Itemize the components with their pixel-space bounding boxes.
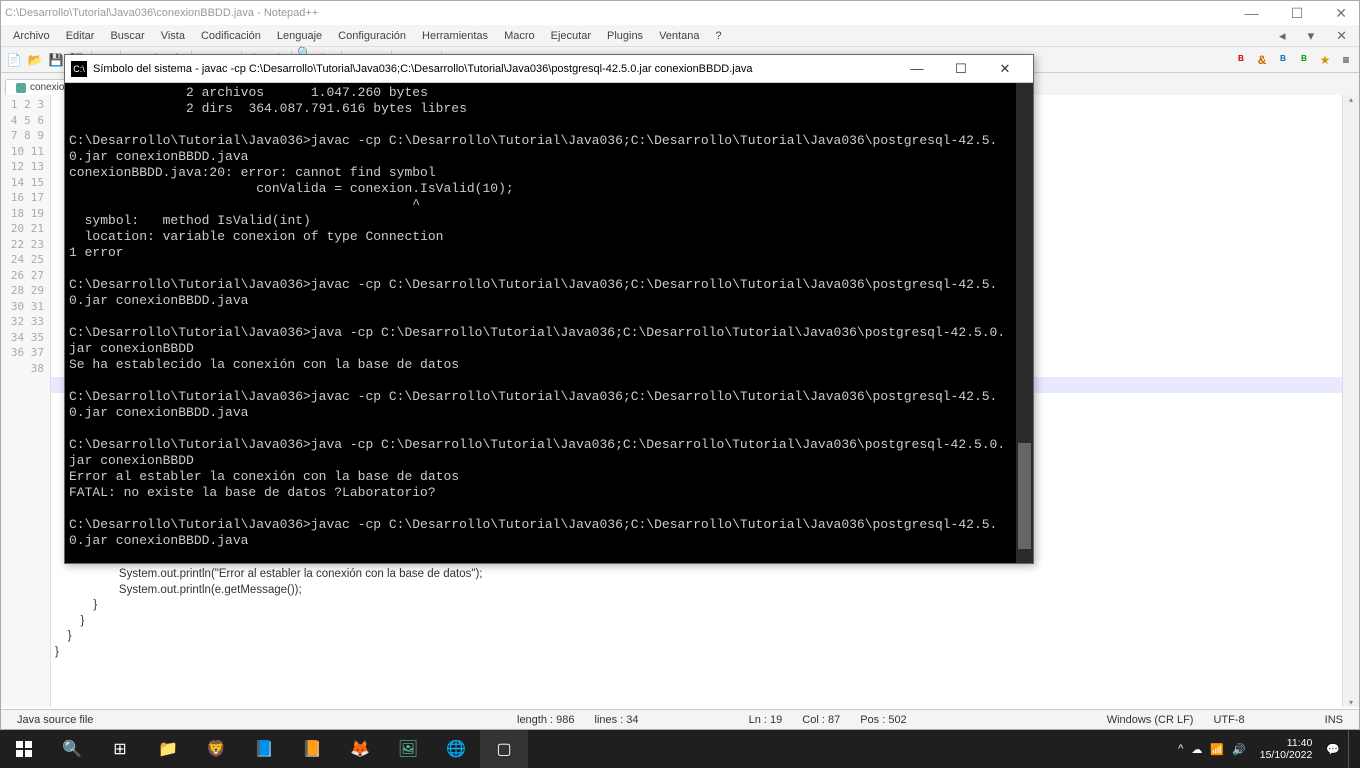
cmd-minimize-button[interactable]: — [895, 55, 939, 83]
menu-help[interactable]: ? [707, 28, 729, 44]
menu-buscar[interactable]: Buscar [102, 28, 152, 44]
status-encoding: UTF-8 [1203, 714, 1254, 726]
npp-statusbar: Java source file length : 986 lines : 34… [1, 709, 1359, 729]
b2-glyph-icon[interactable]: ᴮ [1274, 51, 1292, 69]
tray-notifications-icon[interactable]: 💬 [1326, 743, 1340, 756]
npp-menubar: Archivo Editar Buscar Vista Codificación… [1, 25, 1359, 47]
npp-title: C:\Desarrollo\Tutorial\Java036\conexionB… [5, 7, 1237, 19]
firefox-icon: 🦊 [350, 739, 370, 759]
menu-macro[interactable]: Macro [496, 28, 543, 44]
powerpoint-icon: 📙 [302, 739, 322, 759]
menu-codificacion[interactable]: Codificación [193, 28, 269, 44]
visible-code-bottom: System.out.println("Error al establer la… [55, 567, 482, 660]
menu-lenguaje[interactable]: Lenguaje [269, 28, 330, 44]
menu-herramientas[interactable]: Herramientas [414, 28, 496, 44]
windows-logo-icon [16, 741, 32, 757]
status-pos: Pos : 502 [850, 714, 916, 726]
menu-scroll-down-icon[interactable]: ▾ [1300, 26, 1323, 46]
minimize-button[interactable]: — [1237, 5, 1267, 22]
windows-taskbar: 🔍 ⊞ 📁 🦁 📘 📙 🦊 🖼 🌐 ▢ ^ ☁ 📶 🔊 11:40 15/10/… [0, 730, 1360, 768]
globe-icon: 🌐 [446, 739, 466, 759]
status-length: length : 986 [507, 714, 585, 726]
system-tray: ^ ☁ 📶 🔊 11:40 15/10/2022 💬 [1178, 730, 1360, 768]
show-desktop-button[interactable] [1348, 730, 1354, 768]
menu-ejecutar[interactable]: Ejecutar [543, 28, 599, 44]
tray-chevron-up-icon[interactable]: ^ [1178, 743, 1183, 755]
taskbar-terminal[interactable]: ▢ [480, 730, 528, 768]
menu-vista[interactable]: Vista [153, 28, 193, 44]
menu-editar[interactable]: Editar [58, 28, 103, 44]
word-icon: 📘 [254, 739, 274, 759]
cmd-window[interactable]: C:\ Símbolo del sistema - javac -cp C:\D… [64, 54, 1034, 564]
cmd-scrollbar-thumb[interactable] [1018, 443, 1031, 549]
status-lines: lines : 34 [585, 714, 649, 726]
status-ln: Ln : 19 [739, 714, 793, 726]
maximize-button[interactable]: ☐ [1283, 5, 1312, 22]
terminal-icon: ▢ [496, 739, 511, 759]
tray-volume-icon[interactable]: 🔊 [1232, 743, 1246, 756]
task-view-icon: ⊞ [113, 739, 126, 759]
taskbar-brave[interactable]: 🦁 [192, 730, 240, 768]
status-filetype: Java source file [7, 714, 507, 726]
taskbar-word[interactable]: 📘 [240, 730, 288, 768]
clock-date: 15/10/2022 [1260, 749, 1313, 761]
b3-glyph-icon[interactable]: ᴮ [1295, 51, 1313, 69]
open-file-icon[interactable]: 📂 [26, 51, 44, 69]
menu-plugins[interactable]: Plugins [599, 28, 651, 44]
tray-onedrive-icon[interactable]: ☁ [1191, 743, 1202, 756]
npp-window-controls: — ☐ ✕ [1237, 5, 1355, 22]
folder-icon: 📁 [158, 739, 178, 759]
cmd-titlebar[interactable]: C:\ Símbolo del sistema - javac -cp C:\D… [65, 55, 1033, 83]
brave-icon: 🦁 [206, 739, 226, 759]
cmd-content[interactable]: 2 archivos 1.047.260 bytes 2 dirs 364.08… [65, 83, 1016, 563]
bold-glyph-icon[interactable]: ᴮ [1232, 51, 1250, 69]
save-icon[interactable]: 💾 [47, 51, 65, 69]
status-mode: INS [1315, 714, 1353, 726]
cmd-body: 2 archivos 1.047.260 bytes 2 dirs 364.08… [65, 83, 1033, 563]
editor-vertical-scrollbar[interactable] [1342, 95, 1359, 707]
status-col: Col : 87 [792, 714, 850, 726]
image-app-icon: 🖼 [398, 739, 418, 759]
search-button[interactable]: 🔍 [48, 730, 96, 768]
menu-close-icon[interactable]: ✕ [1328, 26, 1355, 46]
amp-glyph-icon[interactable]: & [1253, 51, 1271, 69]
cmd-app-icon: C:\ [71, 61, 87, 77]
cmd-vertical-scrollbar[interactable] [1016, 83, 1033, 563]
status-eol: Windows (CR LF) [1097, 714, 1204, 726]
menu-archivo[interactable]: Archivo [5, 28, 58, 44]
taskbar-browser[interactable]: 🌐 [432, 730, 480, 768]
taskbar-firefox[interactable]: 🦊 [336, 730, 384, 768]
cmd-close-button[interactable]: ✕ [983, 55, 1027, 83]
close-button[interactable]: ✕ [1327, 5, 1355, 22]
line-number-gutter: 1 2 3 4 5 6 7 8 9 10 11 12 13 14 15 16 1… [1, 95, 51, 707]
tray-wifi-icon[interactable]: 📶 [1210, 743, 1224, 756]
taskbar-explorer[interactable]: 📁 [144, 730, 192, 768]
cmd-window-controls: — ☐ ✕ [895, 55, 1027, 83]
clock-time: 11:40 [1260, 737, 1313, 749]
menu-configuracion[interactable]: Configuración [330, 28, 414, 44]
new-file-icon[interactable]: 📄 [5, 51, 23, 69]
menu-scroll-left-icon[interactable]: ◂ [1271, 26, 1294, 46]
taskbar-clock[interactable]: 11:40 15/10/2022 [1254, 737, 1319, 761]
list-glyph-icon[interactable]: ≡ [1337, 51, 1355, 69]
task-view-button[interactable]: ⊞ [96, 730, 144, 768]
tab-file-icon [16, 83, 26, 93]
npp-titlebar: C:\Desarrollo\Tutorial\Java036\conexionB… [1, 1, 1359, 25]
search-icon: 🔍 [62, 739, 82, 759]
cmd-title: Símbolo del sistema - javac -cp C:\Desar… [93, 63, 895, 75]
start-button[interactable] [0, 730, 48, 768]
menu-ventana[interactable]: Ventana [651, 28, 707, 44]
star-glyph-icon[interactable]: ★ [1316, 51, 1334, 69]
taskbar-powerpoint[interactable]: 📙 [288, 730, 336, 768]
taskbar-image-app[interactable]: 🖼 [384, 730, 432, 768]
cmd-maximize-button[interactable]: ☐ [939, 55, 983, 83]
